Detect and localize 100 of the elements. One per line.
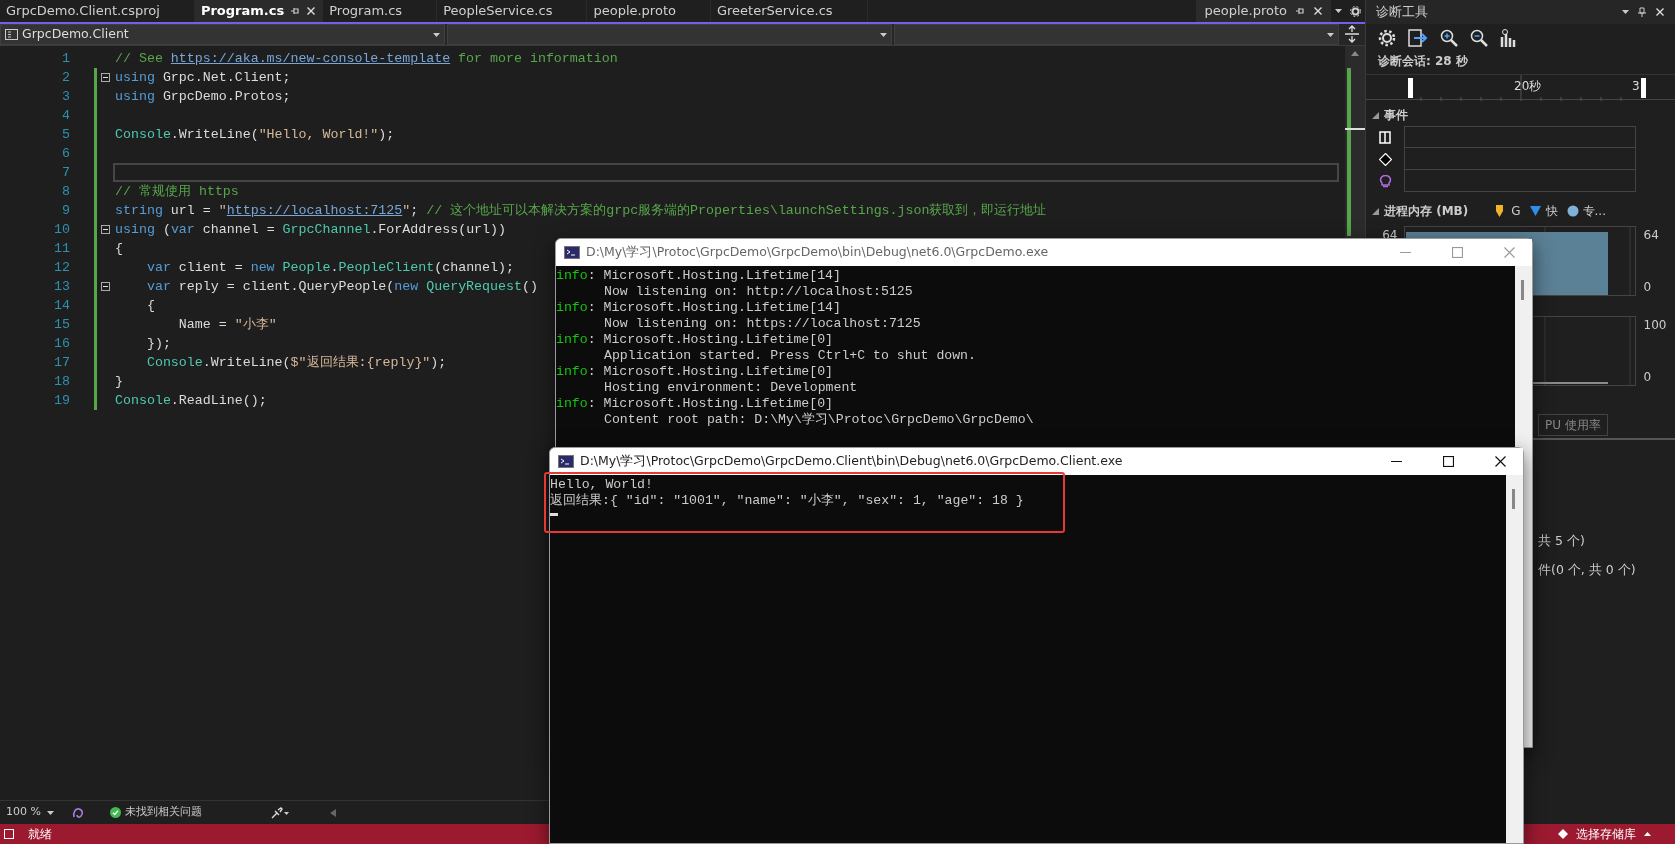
- window-icon[interactable]: [4, 829, 14, 839]
- repository-selector[interactable]: 选择存储库: [1552, 824, 1657, 844]
- time-marker[interactable]: [1641, 78, 1646, 98]
- line-number: 12: [53, 258, 71, 277]
- timeline-label: 3: [1632, 78, 1640, 95]
- code-line: string url = "https://localhost:7125"; // 这个地址可以本解决方案的grpc服务端的Properties\launchSettings.json获取到，即运行地址: [114, 202, 1048, 220]
- code-line: Console.WriteLine("Hello, World!");: [114, 126, 396, 144]
- caret-icon: [1644, 832, 1651, 836]
- collapse-triangle-icon[interactable]: [1372, 111, 1379, 119]
- line-number: 17: [53, 353, 71, 372]
- document-tab[interactable]: people.proto: [1196, 0, 1331, 22]
- collapse-icon[interactable]: [101, 225, 110, 234]
- code-line: }: [114, 373, 124, 391]
- left-arrow-icon[interactable]: [330, 808, 336, 817]
- close-icon[interactable]: [1655, 7, 1665, 17]
- export-icon[interactable]: [1408, 29, 1428, 47]
- code-line: // See https://aka.ms/new-console-template for more information: [114, 50, 619, 68]
- line-number: 6: [61, 144, 71, 163]
- console-line: info: Microsoft.Hosting.Lifetime[0]: [556, 396, 833, 412]
- line-number: 9: [61, 201, 71, 220]
- time-marker[interactable]: [1408, 78, 1413, 98]
- axis-label: 0: [1643, 369, 1653, 386]
- code-line: {: [114, 240, 124, 258]
- close-icon[interactable]: [306, 6, 317, 16]
- collapse-triangle-icon[interactable]: [1372, 207, 1379, 215]
- issues-status[interactable]: 未找到相关问题: [125, 804, 202, 821]
- line-number: 5: [61, 125, 71, 144]
- zoom-in-icon[interactable]: [1440, 29, 1458, 47]
- code-line: {: [145, 297, 156, 315]
- pin-icon[interactable]: [1637, 7, 1647, 17]
- axis-label: 64: [1643, 227, 1660, 244]
- chart-settings-icon[interactable]: [1500, 29, 1516, 47]
- console-line: 返回结果:{ "id": "1001", "name": "小李", "sex": 1, "age": 18 }: [550, 493, 1024, 509]
- line-number: 16: [53, 334, 71, 353]
- pin-icon[interactable]: [290, 6, 301, 16]
- console-line: info: Microsoft.Hosting.Lifetime[14]: [556, 268, 841, 284]
- check-icon: [110, 807, 121, 818]
- code-line: using GrpcDemo.Protos;: [114, 88, 292, 106]
- status-text: 就绪: [28, 826, 52, 843]
- csharp-project-icon: [5, 29, 18, 40]
- line-number: 8: [61, 182, 71, 201]
- console-line: Hello, World!: [550, 477, 653, 493]
- diamond-icon: [1378, 152, 1392, 166]
- line-number: 14: [53, 296, 71, 315]
- maximize-icon: [1451, 247, 1463, 258]
- brain-icon[interactable]: [72, 806, 84, 819]
- caret-icon[interactable]: [1622, 10, 1629, 14]
- console-icon: [558, 455, 574, 468]
- caret-icon: [880, 32, 887, 37]
- line-number: 13: [53, 277, 71, 296]
- code-line: // 常规使用 https: [114, 183, 240, 201]
- timeline-ruler[interactable]: 20秒 3: [1366, 74, 1675, 100]
- collapse-icon[interactable]: [101, 282, 110, 291]
- line-number: 1: [61, 49, 71, 68]
- code-line: var reply = client.QueryPeople(new QueryRequest(): [145, 278, 539, 296]
- project-dropdown[interactable]: GrpcDemo.Client: [0, 24, 445, 45]
- legend-label: 专...: [1582, 203, 1606, 220]
- section-title: 事件: [1384, 107, 1408, 124]
- zoom-out-icon[interactable]: [1470, 29, 1488, 47]
- caret-icon: [46, 810, 54, 815]
- brush-icon[interactable]: [270, 806, 290, 819]
- close-icon: [1494, 456, 1506, 467]
- code-line: });: [145, 335, 172, 353]
- summary-text: 件(0 个, 共 0 个): [1538, 560, 1637, 579]
- collapse-icon[interactable]: [101, 73, 110, 82]
- console-line: Now listening on: https://localhost:7125: [603, 316, 921, 332]
- close-icon[interactable]: [1313, 6, 1323, 16]
- lightbulb-icon: [1378, 174, 1392, 188]
- code-line: using Grpc.Net.Client;: [114, 69, 292, 87]
- line-number: 11: [53, 239, 71, 258]
- console-line: Application started. Press Ctrl+C to shut down.: [603, 348, 976, 364]
- section-title: 进程内存 (MB): [1384, 203, 1469, 220]
- code-line: Console.ReadLine();: [114, 392, 268, 410]
- legend-label: 快: [1545, 203, 1558, 220]
- panel-title: 诊断工具: [1376, 3, 1428, 22]
- line-number: 10: [53, 220, 71, 239]
- console-line: info: Microsoft.Hosting.Lifetime[0]: [556, 332, 833, 348]
- close-icon: [1503, 247, 1515, 258]
- console-line: info: Microsoft.Hosting.Lifetime[14]: [556, 300, 841, 316]
- window-title: D:\My\学习\Protoc\GrpcDemo\GrpcDemo\bin\Debug\net6.0\GrpcDemo.exe: [586, 243, 1050, 262]
- pause-icon: [1378, 130, 1392, 144]
- code-line: using (var channel = GrpcChannel.ForAddress(url)): [114, 221, 508, 239]
- line-number: 2: [61, 68, 71, 87]
- session-duration: 诊断会话: 28 秒: [1377, 53, 1469, 70]
- caret-icon: [433, 32, 440, 37]
- document-tab[interactable]: Program.cs: [194, 0, 324, 22]
- pin-icon[interactable]: [1295, 6, 1305, 16]
- vertical-scrollbar[interactable]: [1506, 475, 1523, 843]
- console-line: info: Microsoft.Hosting.Lifetime[0]: [556, 364, 833, 380]
- summary-text: 共 5 个): [1538, 532, 1586, 550]
- legend-label: G: [1511, 203, 1521, 220]
- branch-icon: [1558, 829, 1568, 839]
- settings-icon[interactable]: [1378, 29, 1396, 47]
- caret-icon[interactable]: [1335, 9, 1342, 13]
- settings-icon[interactable]: [1350, 5, 1361, 17]
- tab[interactable]: PU 使用率: [1538, 414, 1608, 436]
- axis-label: 0: [1643, 279, 1653, 296]
- code-line: var client = new People.PeopleClient(channel);: [145, 259, 515, 277]
- code-line: Console.WriteLine($"返回结果:{reply}");: [145, 354, 448, 372]
- line-number: 4: [61, 106, 71, 125]
